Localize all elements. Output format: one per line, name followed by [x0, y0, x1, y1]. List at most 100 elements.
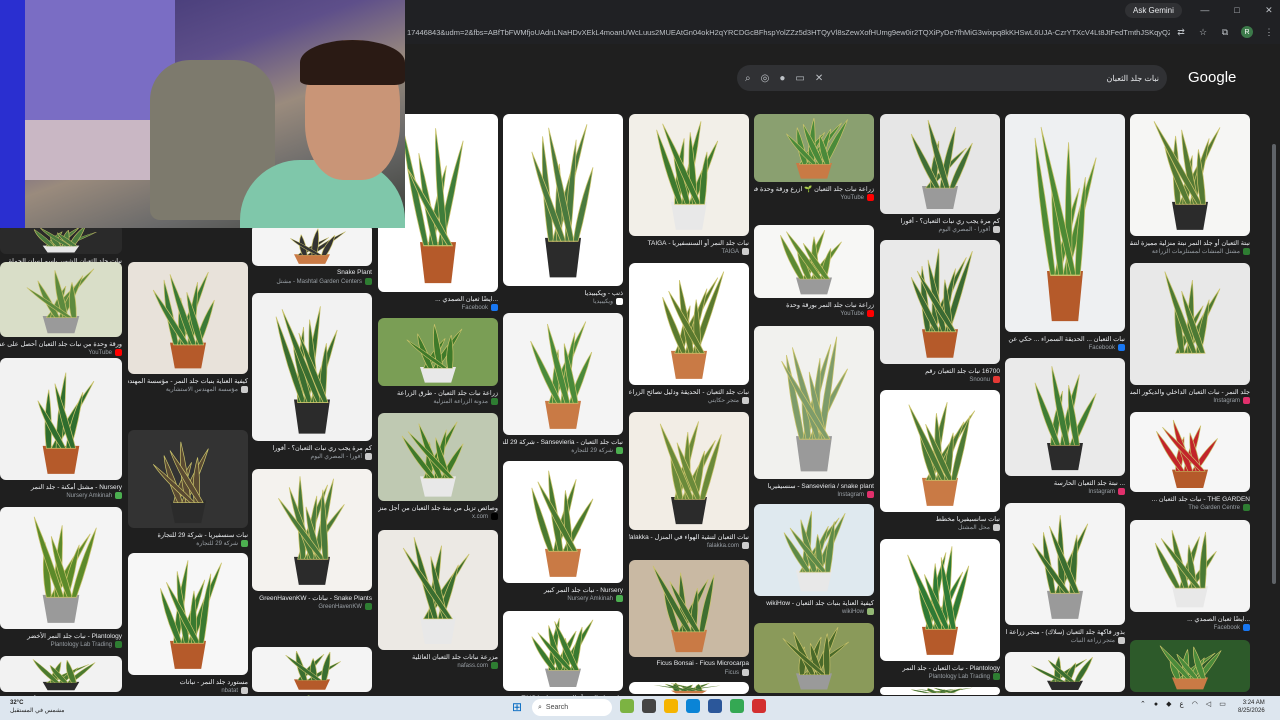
plant-thumbnail[interactable]: [0, 224, 122, 254]
lens-icon[interactable]: ◎: [761, 73, 770, 84]
plant-thumbnail[interactable]: [252, 647, 372, 692]
plant-thumbnail[interactable]: [252, 224, 372, 266]
image-result-title[interactable]: ورقة وحدة من نبات جلد الثعبان أحصل على ع…: [0, 340, 122, 348]
image-result-tile[interactable]: زراعة نبات جلد النمر بورقة وحدة YouTube: [754, 225, 874, 320]
image-result-tile[interactable]: Ficus Bonsai - Ficus Microcarpa Ficus: [629, 560, 749, 679]
plant-thumbnail[interactable]: [0, 262, 122, 337]
image-result-tile[interactable]: ذنب - ويكيبيدياويكيبيديا: [1130, 640, 1250, 696]
bookmark-star-icon[interactable]: ☆: [1197, 26, 1209, 38]
plant-thumbnail[interactable]: [503, 114, 623, 286]
image-result-tile[interactable]: كم مرة يجب ري نبات الثعبان؟ - أفوراأفورا…: [252, 293, 372, 463]
image-result-source[interactable]: Plantology Lab Trading: [0, 641, 122, 648]
tray-app-icon[interactable]: ●: [1154, 701, 1158, 708]
image-result-tile[interactable]: جلد النمر - نبات الثعبان الداخلي والديكو…: [1130, 263, 1250, 407]
image-result-tile[interactable]: ...ايضًا ثعبان الصمدي ... Facebook: [1130, 520, 1250, 634]
image-result-tile[interactable]: بذور فاكهة جلد الثعبان (سلاك) - متجر زرا…: [1005, 503, 1125, 647]
image-result-title[interactable]: كم مرة يجب ري نبات الثعبان؟ - أفورا: [252, 444, 372, 452]
ask-gemini-button[interactable]: Ask Gemini: [1125, 2, 1182, 18]
plant-thumbnail[interactable]: [629, 114, 749, 236]
search-query[interactable]: نبات جلد الثعبان: [833, 74, 1159, 83]
menu-kebab-icon[interactable]: ⋮: [1263, 26, 1275, 38]
plant-thumbnail[interactable]: [378, 318, 498, 386]
edge-browser-icon[interactable]: [686, 699, 700, 713]
image-result-title[interactable]: بذور فاكهة جلد الثعبان (سلاك) - متجر زرا…: [1005, 628, 1125, 636]
plant-thumbnail[interactable]: [629, 682, 749, 694]
image-result-source[interactable]: YouTube: [754, 310, 874, 317]
plant-thumbnail[interactable]: [503, 461, 623, 583]
image-result-tile[interactable]: نبات الثعبان ... الحديقة السمراء ... حكي…: [1005, 114, 1125, 354]
plant-thumbnail[interactable]: [1005, 358, 1125, 476]
image-result-tile[interactable]: Plantology - نبات جلد النمر الأخضر Planto…: [0, 507, 122, 651]
plant-thumbnail[interactable]: [1005, 503, 1125, 625]
battery-icon[interactable]: ▭: [1219, 700, 1226, 708]
image-result-title[interactable]: كيفية العناية بنبات جلد النمر - مؤسسة ال…: [128, 377, 248, 385]
address-bar[interactable]: 17446843&udm=2&fbs=ABfTbFWMfjoUAdnLNaHDv…: [405, 20, 1280, 44]
image-result-tile[interactable]: زراعة نبات جلد الثعبان 🌱 ازرع ورقة وحدة …: [252, 647, 372, 696]
plant-thumbnail[interactable]: [1130, 263, 1250, 385]
image-result-title[interactable]: كيفية العناية بنبات جلد الثعبان - wikiHo…: [754, 599, 874, 607]
image-result-source[interactable]: Ficus: [629, 669, 749, 676]
plant-thumbnail[interactable]: [1130, 520, 1250, 612]
image-result-source[interactable]: مشتل المنشآت لمستلزمات الزراعة: [1130, 248, 1250, 255]
tray-app-icon-2[interactable]: ◆: [1166, 700, 1171, 708]
image-result-title[interactable]: زراعة نبات جلد الثعبان - طرق الزراعة: [378, 389, 498, 397]
plant-thumbnail[interactable]: [128, 262, 248, 374]
image-result-title[interactable]: نبات سانسيفيريا مخطط: [880, 515, 1000, 523]
image-result-tile[interactable]: نبات جلد النمر أو السنسفيريا - TAIGA TAIG…: [629, 114, 749, 258]
image-result-source[interactable]: شركة 29 للتجارة: [128, 540, 248, 547]
image-result-title[interactable]: نبات سنسفيريا - شركة 29 للتجارة: [128, 531, 248, 539]
image-result-tile[interactable]: THE GARDEN - نبات جلد الثعبان ... The Gar…: [1130, 412, 1250, 514]
plant-thumbnail[interactable]: [252, 469, 372, 591]
image-result-tile[interactable]: نبات الثعبان لتنقية الهواء في المنزل - f…: [629, 412, 749, 552]
search-icon[interactable]: ⌕: [745, 73, 751, 84]
image-result-source[interactable]: شركة 29 للتجارة: [503, 447, 623, 454]
image-result-title[interactable]: ذنب - ويكيبيديا: [503, 289, 624, 297]
image-result-source[interactable]: Mashtal Garden Centers - مشتل: [252, 278, 372, 285]
image-result-title[interactable]: نبات جلد الثعبان - Sansevieria - شركة 29…: [503, 438, 623, 446]
image-result-title[interactable]: Snake Plants - نباتات - GreenHavenKW: [252, 594, 372, 602]
image-result-source[interactable]: Nursery Amkinah: [0, 492, 122, 499]
image-result-tile[interactable]: نبتة الثعبان أو جلد النمر نبتة منزلية مم…: [629, 682, 749, 696]
plant-thumbnail[interactable]: [880, 114, 1000, 214]
plant-thumbnail[interactable]: [503, 611, 623, 691]
close-icon[interactable]: ✕: [1260, 5, 1278, 16]
image-result-title[interactable]: كم مرة يجب ري نبات الثعبان؟ - أفورا: [880, 217, 1000, 225]
image-result-source[interactable]: Facebook: [1005, 344, 1125, 351]
image-result-title[interactable]: ...ايضًا ثعبان الصمدي ...: [1130, 615, 1250, 623]
image-result-source[interactable]: Nursery Amkinah: [503, 595, 623, 602]
image-result-tile[interactable]: زراعة نبات جلد الثعبان - طرق الزراعة مدون…: [378, 318, 498, 408]
image-result-tile[interactable]: كم مرة يجب ري نبات الثعبان؟ - أفوراأفورا…: [880, 114, 1000, 236]
image-result-title[interactable]: Plantology - نبات جلد النمر الأخضر: [0, 632, 122, 640]
maximize-icon[interactable]: □: [1228, 5, 1246, 15]
image-result-source[interactable]: Facebook: [378, 304, 498, 311]
image-result-tile[interactable]: كم مرة يجب ري نبات الثعبان؟ - أفوراأفورا…: [0, 656, 122, 696]
image-result-tile[interactable]: نبات سنسفيريا - شركة 29 للتجارة شركة 29 ل…: [128, 430, 248, 550]
plant-thumbnail[interactable]: [754, 114, 874, 182]
plant-thumbnail[interactable]: [880, 687, 1000, 695]
store-icon[interactable]: [708, 699, 722, 713]
image-result-source[interactable]: مدونة الزراعة المنزلية: [378, 398, 498, 405]
image-result-source[interactable]: YouTube: [754, 194, 874, 201]
image-result-title[interactable]: نبتة الثعبان أو جلد النمر نبتة منزلية مم…: [1130, 239, 1250, 247]
input-language-icon[interactable]: ع: [1180, 700, 1184, 708]
image-result-title[interactable]: Plantology - نبات الثعبان - جلد النمر: [880, 664, 1000, 672]
image-result-title[interactable]: مستورد جلد النمر - نباتات: [128, 678, 248, 686]
image-result-source[interactable]: Instagram: [754, 491, 874, 498]
image-result-tile[interactable]: ورقة وحدة من نبات جلد الثعبان أحصل على ع…: [0, 262, 122, 359]
microphone-icon[interactable]: ●: [779, 73, 785, 84]
image-result-source[interactable]: Snoonu: [880, 376, 1000, 383]
plant-thumbnail[interactable]: [754, 623, 874, 693]
image-result-tile[interactable]: Plantology - نبات الثعبان - جلد النمر Pla…: [880, 539, 1000, 683]
plant-thumbnail[interactable]: [754, 504, 874, 596]
image-result-tile[interactable]: Nursery - نبات جلد النمر كبير Nursery Amk…: [503, 461, 623, 605]
clear-search-icon[interactable]: ✕: [815, 73, 823, 84]
image-result-source[interactable]: متجر حكايتي: [629, 397, 749, 404]
image-result-title[interactable]: ...ايضًا ثعبان الصمدي ...: [378, 295, 498, 303]
image-result-tile[interactable]: ذنب - ويكيبيدياويكيبيديا: [503, 114, 623, 308]
image-result-tile[interactable]: زراعة نبات جلد الثعبان 🌱 ازرع ورقة وحدة …: [754, 114, 874, 204]
image-result-title[interactable]: Snake Plant: [252, 269, 372, 276]
image-result-tile[interactable]: كيفية العناية بنبات جلد الثعبان - wikiHo…: [754, 504, 874, 618]
image-result-tile[interactable]: نبات سانسيفيريا مخطط محل المشتل: [880, 390, 1000, 534]
image-result-source[interactable]: Facebook: [1130, 624, 1250, 631]
plant-thumbnail[interactable]: [1005, 114, 1125, 332]
